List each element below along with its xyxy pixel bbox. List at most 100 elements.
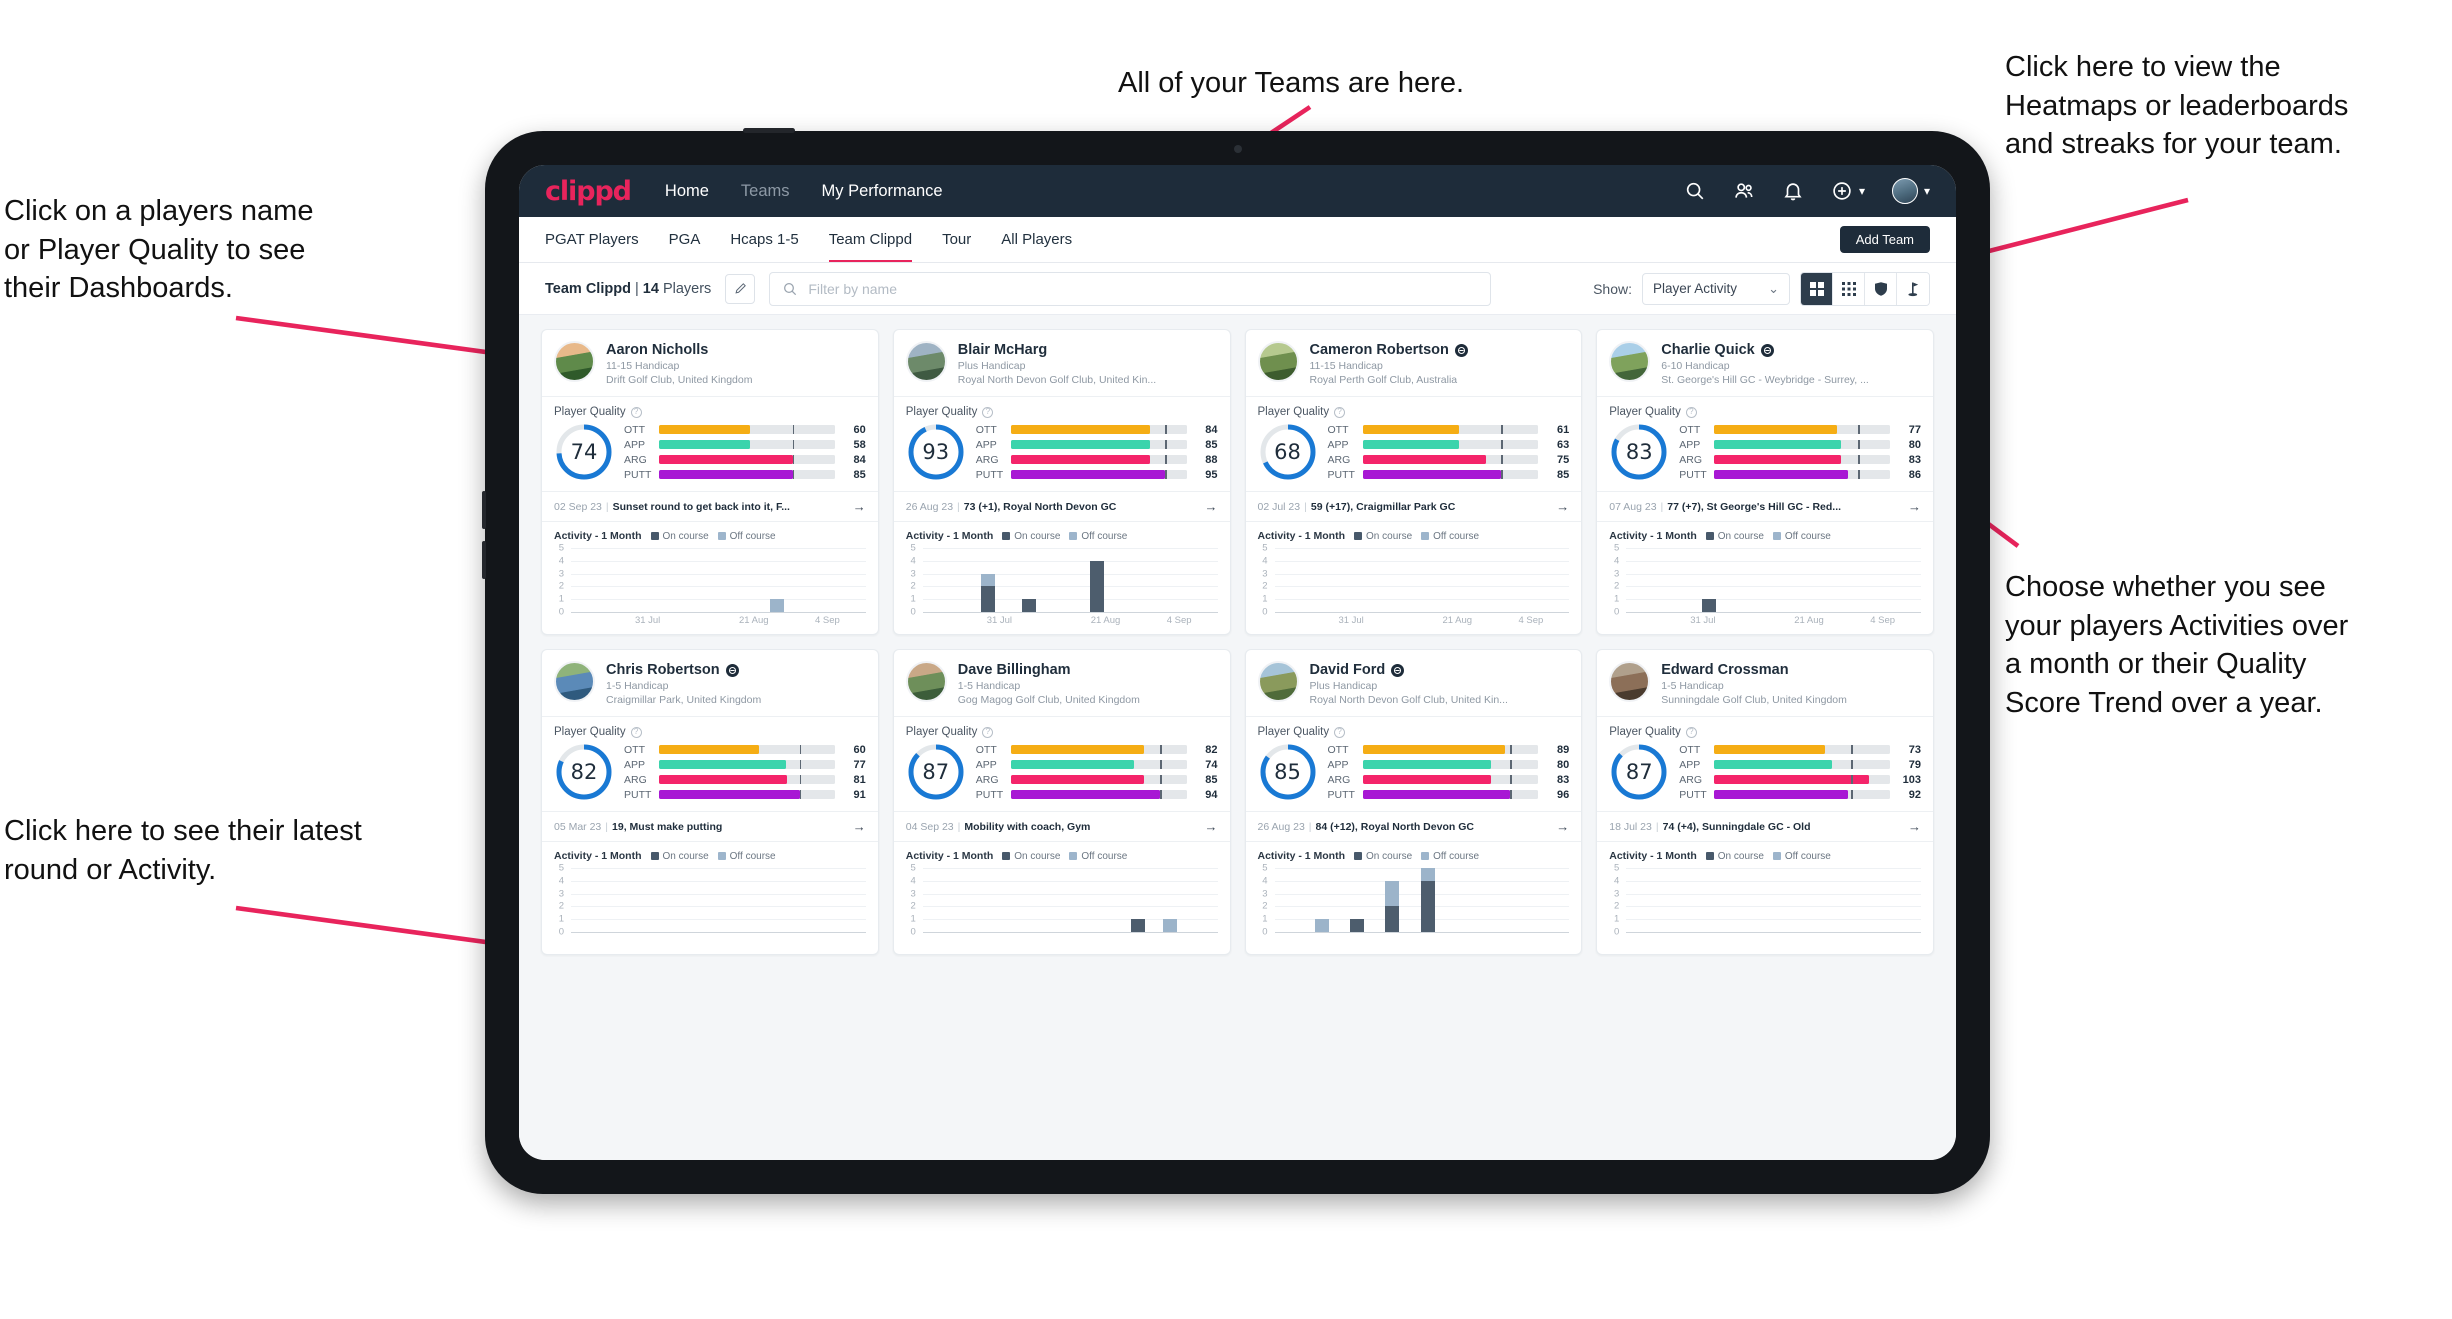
- avatar[interactable]: [1891, 178, 1918, 204]
- activity-bar[interactable]: [1701, 599, 1716, 612]
- player-name[interactable]: Charlie Quick: [1661, 342, 1754, 358]
- help-icon[interactable]: ?: [1685, 406, 1697, 418]
- player-quality-header[interactable]: Player Quality?: [1246, 717, 1582, 740]
- arrow-right-icon[interactable]: →: [1900, 499, 1921, 514]
- player-name[interactable]: David Ford: [1310, 662, 1386, 678]
- grid-view-button[interactable]: [1801, 272, 1833, 305]
- player-card[interactable]: Cameron Robertson 11-15 Handicap Royal Per…: [1244, 329, 1583, 635]
- show-select[interactable]: Player Activity ⌄: [1642, 272, 1790, 305]
- create-menu[interactable]: ▾: [1831, 180, 1865, 202]
- help-icon[interactable]: ?: [982, 726, 994, 738]
- nav-link-my-performance[interactable]: My Performance: [822, 182, 943, 201]
- player-card[interactable]: Aaron Nicholls 11-15 Handicap Drift Golf C…: [541, 329, 879, 635]
- player-name[interactable]: Chris Robertson: [606, 662, 720, 678]
- tab-tour[interactable]: Tour: [942, 217, 971, 262]
- player-quality-header[interactable]: Player Quality?: [542, 717, 878, 740]
- help-icon[interactable]: ?: [1334, 726, 1346, 738]
- activity-bar[interactable]: [770, 599, 785, 612]
- help-icon[interactable]: ?: [982, 406, 994, 418]
- arrow-right-icon[interactable]: →: [1548, 819, 1569, 834]
- tab-pga[interactable]: PGA: [669, 217, 701, 262]
- quality-score-ring[interactable]: 85: [1258, 742, 1318, 802]
- player-avatar[interactable]: [1257, 661, 1299, 702]
- latest-round-row[interactable]: 26 Aug 23 | 73 (+1), Royal North Devon GC →: [893, 491, 1230, 522]
- nav-link-teams[interactable]: Teams: [741, 182, 790, 201]
- latest-round-row[interactable]: 05 Mar 23 | 19, Must make putting →: [542, 811, 878, 842]
- help-icon[interactable]: ?: [1685, 726, 1697, 738]
- power-button[interactable]: [743, 128, 795, 133]
- activity-bar[interactable]: [1021, 599, 1036, 612]
- player-name[interactable]: Cameron Robertson: [1310, 342, 1449, 358]
- dense-grid-view-button[interactable]: [1833, 272, 1865, 305]
- player-avatar[interactable]: [1609, 341, 1651, 382]
- latest-round-row[interactable]: 04 Sep 23 | Mobility with coach, Gym →: [893, 811, 1230, 842]
- activity-bar[interactable]: [1130, 919, 1145, 932]
- volume-up-button[interactable]: [482, 491, 486, 529]
- player-quality-header[interactable]: Player Quality?: [894, 397, 1230, 420]
- player-quality-header[interactable]: Player Quality?: [1597, 717, 1933, 740]
- quality-score-ring[interactable]: 74: [554, 422, 614, 482]
- activity-bar[interactable]: [980, 573, 995, 612]
- player-card[interactable]: Edward Crossman 1-5 Handicap Sunningdale G…: [1596, 649, 1934, 955]
- activity-bar[interactable]: [1314, 919, 1329, 932]
- tab-team-clippd[interactable]: Team Clippd: [828, 217, 913, 262]
- quality-score-ring[interactable]: 68: [1258, 422, 1318, 482]
- quality-score-ring[interactable]: 87: [1609, 742, 1669, 802]
- latest-round-row[interactable]: 02 Jul 23 | 59 (+17), Craigmillar Park GC →: [1245, 491, 1582, 522]
- arrow-right-icon[interactable]: →: [1197, 499, 1218, 514]
- player-quality-header[interactable]: Player Quality?: [894, 717, 1230, 740]
- player-name[interactable]: Dave Billingham: [958, 662, 1071, 678]
- plus-circle-icon[interactable]: [1831, 180, 1853, 202]
- player-name[interactable]: Edward Crossman: [1661, 662, 1788, 678]
- latest-round-row[interactable]: 18 Jul 23 | 74 (+4), Sunningdale GC - Old →: [1597, 811, 1933, 842]
- arrow-right-icon[interactable]: →: [1900, 819, 1921, 834]
- tab-all-players[interactable]: All Players: [1001, 217, 1072, 262]
- player-avatar[interactable]: [905, 661, 947, 702]
- help-icon[interactable]: ?: [630, 406, 642, 418]
- activity-bar[interactable]: [1420, 868, 1435, 932]
- player-avatar[interactable]: [1609, 661, 1651, 702]
- people-icon[interactable]: [1733, 180, 1755, 202]
- user-menu[interactable]: ▾: [1891, 178, 1930, 204]
- search-icon[interactable]: [1684, 180, 1706, 202]
- search-input-wrapper[interactable]: [769, 271, 1492, 306]
- arrow-right-icon[interactable]: →: [845, 499, 866, 514]
- arrow-right-icon[interactable]: →: [845, 819, 866, 834]
- activity-bar[interactable]: [1350, 919, 1365, 932]
- leaderboard-view-button[interactable]: [1897, 272, 1929, 305]
- tab-pgat-players[interactable]: PGAT Players: [545, 217, 639, 262]
- player-avatar[interactable]: [554, 661, 595, 702]
- player-quality-header[interactable]: Player Quality?: [1246, 397, 1582, 420]
- bell-icon[interactable]: [1782, 180, 1804, 202]
- player-avatar[interactable]: [905, 341, 947, 382]
- help-icon[interactable]: ?: [630, 726, 642, 738]
- player-quality-header[interactable]: Player Quality?: [1597, 397, 1933, 420]
- player-name[interactable]: Aaron Nicholls: [606, 342, 708, 358]
- quality-score-ring[interactable]: 82: [554, 742, 614, 802]
- edit-team-button[interactable]: [725, 273, 756, 304]
- player-card[interactable]: Charlie Quick 6-10 Handicap St. George's H…: [1596, 329, 1934, 635]
- player-card[interactable]: Chris Robertson 1-5 Handicap Craigmillar P…: [541, 649, 879, 955]
- player-avatar[interactable]: [554, 341, 595, 382]
- search-input[interactable]: [808, 280, 1479, 297]
- activity-bar[interactable]: [1163, 919, 1178, 932]
- activity-bar[interactable]: [1089, 560, 1104, 612]
- quality-score-ring[interactable]: 93: [906, 422, 966, 482]
- add-team-button[interactable]: Add Team: [1839, 226, 1930, 253]
- heatmap-view-button[interactable]: [1865, 272, 1897, 305]
- player-avatar[interactable]: [1257, 341, 1299, 382]
- latest-round-row[interactable]: 26 Aug 23 | 84 (+12), Royal North Devon GC…: [1245, 811, 1582, 842]
- player-name[interactable]: Blair McHarg: [958, 342, 1047, 358]
- latest-round-row[interactable]: 02 Sep 23 | Sunset round to get back into …: [542, 491, 878, 522]
- arrow-right-icon[interactable]: →: [1548, 499, 1569, 514]
- clippd-logo[interactable]: clippd: [545, 176, 632, 207]
- quality-score-ring[interactable]: 87: [906, 742, 966, 802]
- activity-bar[interactable]: [1385, 880, 1400, 932]
- latest-round-row[interactable]: 07 Aug 23 | 77 (+7), St George's Hill GC -…: [1597, 491, 1933, 522]
- quality-score-ring[interactable]: 83: [1609, 422, 1669, 482]
- player-card[interactable]: Blair McHarg Plus Handicap Royal North Dev…: [892, 329, 1231, 635]
- volume-down-button[interactable]: [482, 541, 486, 579]
- player-card[interactable]: David Ford Plus Handicap Royal North Devon…: [1244, 649, 1583, 955]
- player-card[interactable]: Dave Billingham 1-5 Handicap Gog Magog Gol…: [892, 649, 1231, 955]
- nav-link-home[interactable]: Home: [665, 182, 709, 201]
